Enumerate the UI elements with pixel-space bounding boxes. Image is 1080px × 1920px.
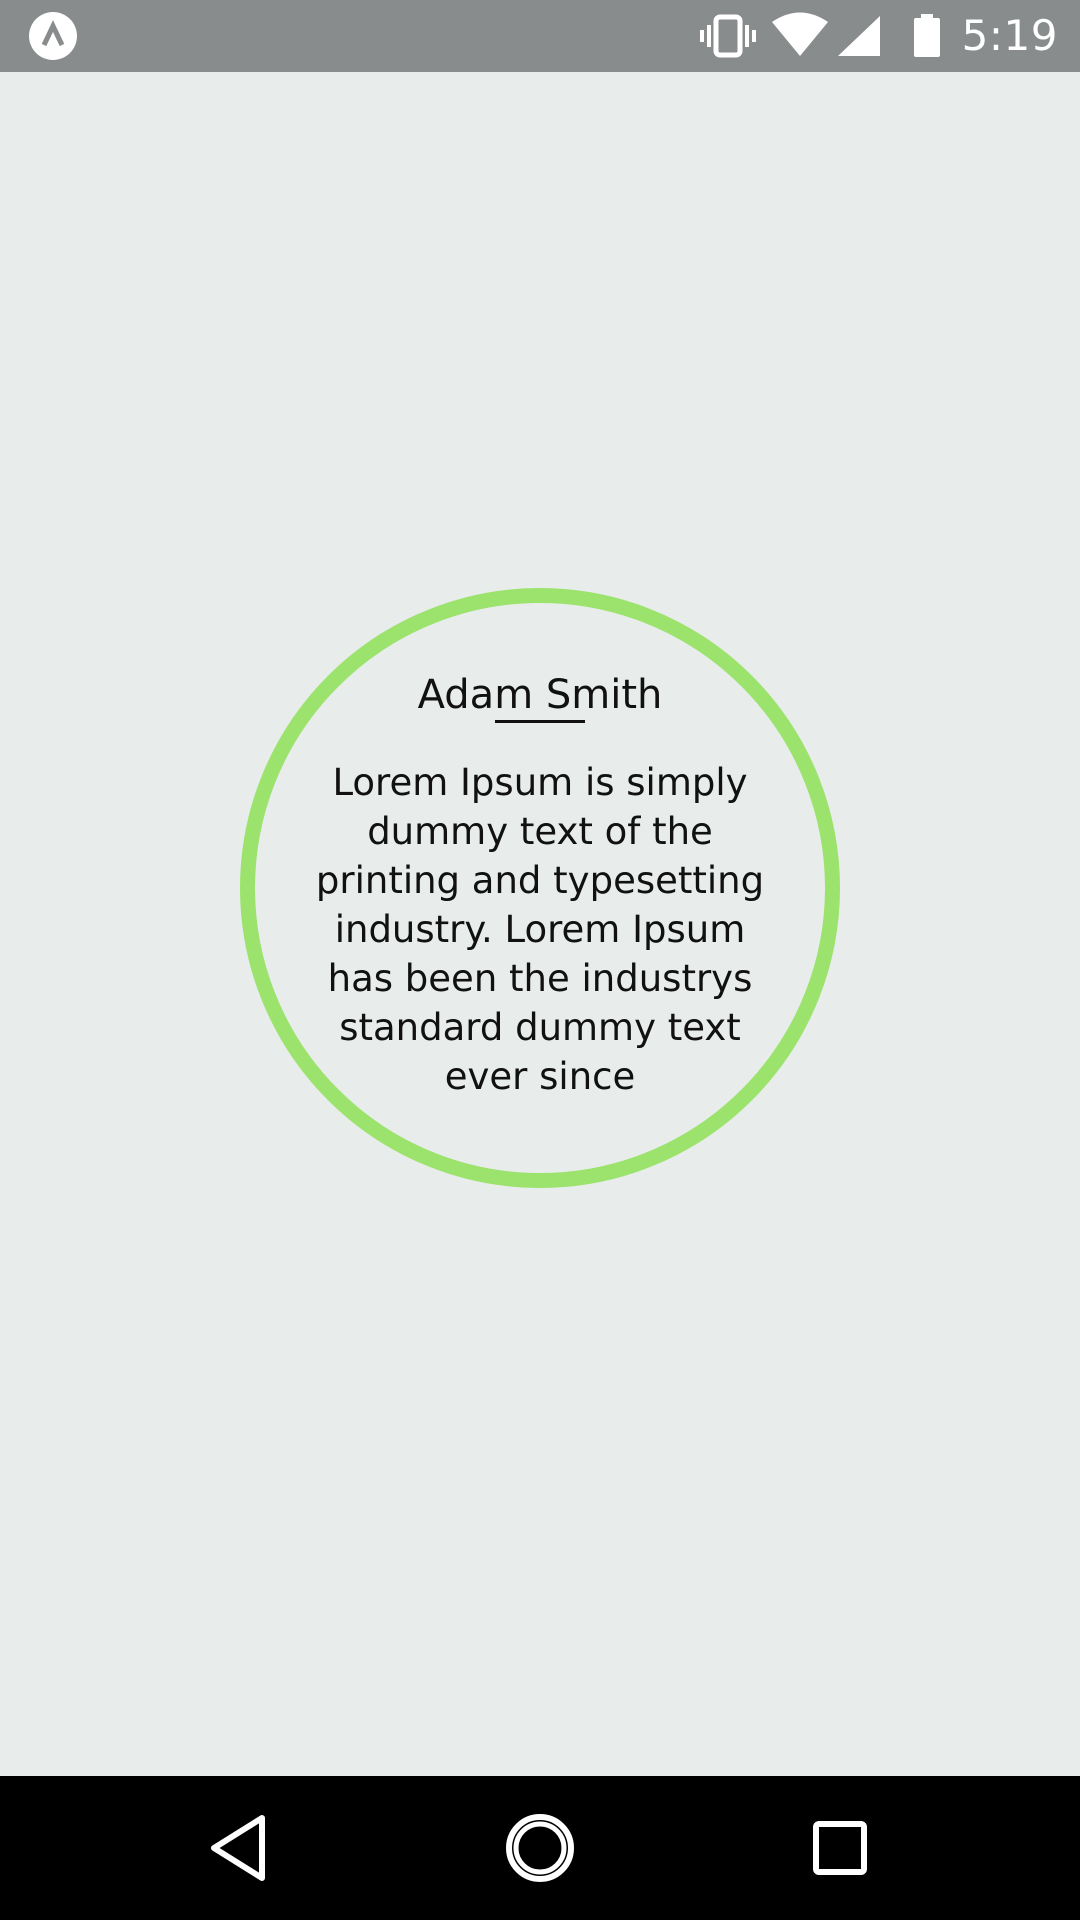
name-underline	[495, 720, 585, 723]
navigation-bar	[0, 1776, 1080, 1920]
profile-name: Adam Smith	[417, 672, 663, 718]
recents-icon[interactable]	[800, 1808, 880, 1888]
status-time: 5:19	[961, 11, 1058, 60]
app-notification-icon	[28, 11, 78, 61]
wifi-icon	[772, 0, 828, 72]
battery-icon	[912, 0, 942, 72]
profile-screen: Adam Smith Lorem Ipsum is simply dummy t…	[0, 72, 1080, 1776]
vibrate-icon	[700, 0, 756, 72]
back-icon[interactable]	[200, 1808, 280, 1888]
status-bar: 5:19	[0, 0, 1080, 72]
cell-signal-icon	[838, 0, 880, 72]
home-icon[interactable]	[500, 1808, 580, 1888]
profile-bio: Lorem Ipsum is simply dummy text of the …	[315, 761, 765, 1098]
